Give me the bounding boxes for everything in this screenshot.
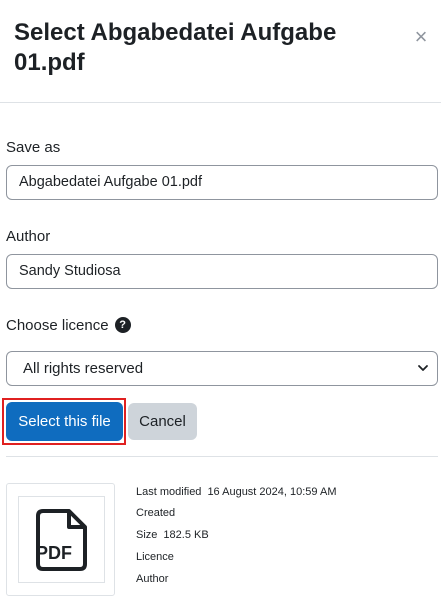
last-modified-value: 16 August 2024, 10:59 AM — [207, 486, 337, 498]
size-label: Size — [136, 529, 158, 541]
author-label: Author — [6, 228, 51, 245]
author-input[interactable]: Sandy Studiosa — [6, 254, 438, 289]
dialog-title: Select Abgabedatei Aufgabe 01.pdf — [14, 19, 337, 76]
file-thumbnail-frame: PDF — [18, 496, 105, 583]
dialog-header: Select Abgabedatei Aufgabe 01.pdf × — [0, 0, 441, 103]
meta-last-modified: Last modified 16 August 2024, 10:59 AM — [136, 486, 336, 499]
licence-select[interactable]: All rights reserved — [6, 351, 438, 386]
meta-created: Created — [136, 507, 175, 520]
licence-label-row: Choose licence? — [6, 316, 131, 335]
select-file-button[interactable]: Select this file — [6, 402, 123, 441]
size-value: 182.5 KB — [163, 529, 209, 541]
save-as-label: Save as — [6, 139, 61, 156]
meta-licence: Licence — [136, 551, 174, 564]
divider — [6, 456, 438, 457]
pdf-icon-label: PDF — [36, 543, 72, 563]
meta-size: Size 182.5 KB — [136, 529, 209, 542]
author-info-label: Author — [136, 573, 169, 585]
cancel-button[interactable]: Cancel — [128, 403, 197, 440]
last-modified-label: Last modified — [136, 486, 202, 498]
licence-info-label: Licence — [136, 551, 174, 563]
file-thumbnail: PDF — [6, 483, 115, 596]
close-icon[interactable]: × — [410, 26, 432, 48]
help-icon[interactable]: ? — [114, 316, 131, 333]
chevron-down-icon — [418, 365, 428, 371]
choose-licence-label: Choose licence — [6, 317, 109, 334]
pdf-file-icon: PDF — [36, 509, 87, 571]
licence-selected-value: All rights reserved — [23, 360, 144, 377]
meta-author: Author — [136, 573, 168, 586]
created-label: Created — [136, 507, 176, 519]
save-as-input[interactable]: Abgabedatei Aufgabe 01.pdf — [6, 165, 438, 200]
